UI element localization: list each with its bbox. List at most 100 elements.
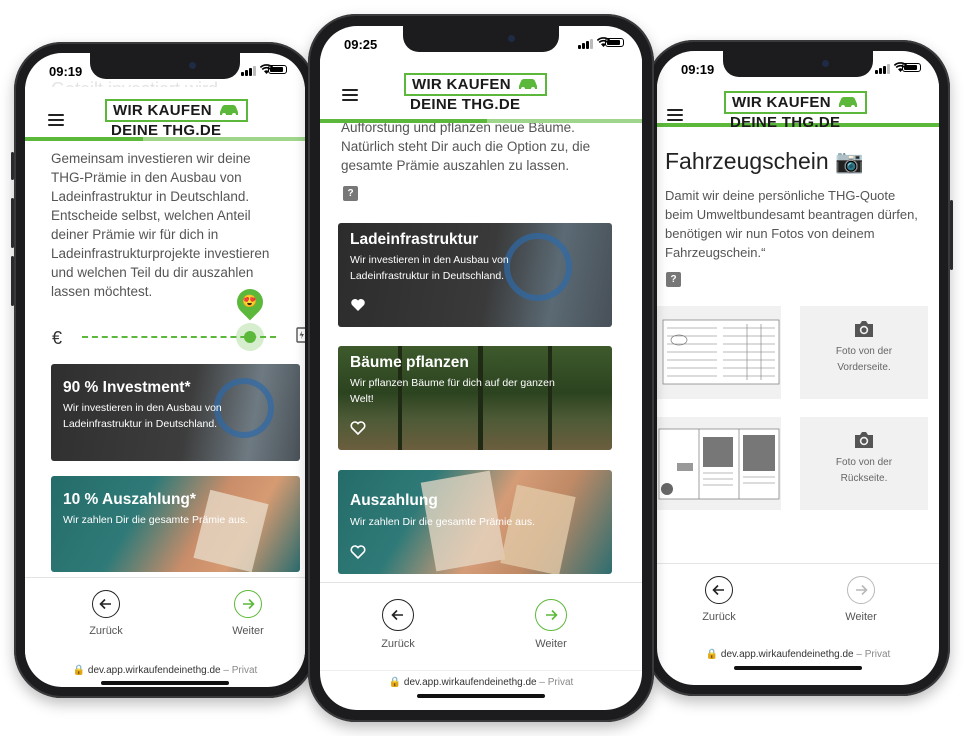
back-button[interactable]: Zurück [66, 590, 146, 637]
url-domain: dev.app.wirkaufendeinethg.de [720, 649, 854, 660]
euro-icon: € [52, 328, 63, 348]
progress-bar [320, 119, 642, 123]
status-icons [578, 37, 624, 49]
back-photo-upload[interactable]: Foto von der Rückseite. [800, 417, 928, 510]
heart-outline-icon[interactable] [350, 420, 366, 436]
page-title: Fahrzeugschein 📷 [665, 148, 864, 174]
logo[interactable]: WIR KAUFEN DEINE THG.DE [404, 73, 548, 114]
next-label: Weiter [232, 625, 264, 637]
next-button-disabled[interactable]: Weiter [821, 576, 901, 623]
url-private: – Privat [539, 677, 574, 688]
payout-card[interactable]: 10 % Auszahlung* Wir zahlen Dir die gesa… [51, 476, 300, 572]
status-icons [875, 62, 921, 74]
url-bar[interactable]: 🔒 dev.app.wirkaufendeinethg.de – Privat [25, 665, 305, 676]
card-description: Wir zahlen Dir die gesamte Prämie aus. [350, 516, 535, 528]
left-phone: 09:19 Geteilt investiert wird WIR KAUFEN… [11, 42, 316, 698]
arrow-left-icon [99, 598, 111, 610]
menu-icon[interactable] [342, 89, 358, 101]
help-icon[interactable]: ? [343, 186, 358, 201]
charging-station-icon [296, 327, 305, 343]
middle-phone: 09:25 WIR KAUFEN DEINE THG.DE Aufforstun… [308, 14, 654, 722]
menu-icon[interactable] [667, 109, 683, 121]
next-label: Weiter [535, 638, 567, 650]
url-bar[interactable]: 🔒 dev.app.wirkaufendeinethg.de – Privat [657, 649, 939, 660]
investment-card[interactable]: 90 % Investment* Wir investieren in den … [51, 364, 300, 461]
status-time: 09:25 [344, 37, 378, 52]
intro-paragraph: Aufforstung und pflanzen neue Bäume. Nat… [341, 120, 591, 173]
logo-line2: DEINE THG.DE [410, 96, 521, 113]
arrow-left-icon [712, 584, 724, 596]
payout-card[interactable]: Auszahlung Wir zahlen Dir die gesamte Pr… [338, 470, 612, 574]
heart-outline-icon[interactable] [350, 544, 366, 560]
intro-paragraph: Gemeinsam investieren wir deine THG-Präm… [51, 151, 270, 299]
document-front-icon [662, 319, 780, 385]
home-indicator [101, 681, 229, 685]
back-label: Zurück [381, 638, 415, 650]
next-button[interactable]: Weiter [208, 590, 288, 637]
url-private: – Privat [856, 649, 891, 660]
card-description: Wir investieren in den Ausbau von Ladein… [350, 254, 509, 282]
next-label: Weiter [845, 611, 877, 623]
card-title: 90 % Investment* [63, 379, 191, 396]
middle-screen: 09:25 WIR KAUFEN DEINE THG.DE Aufforstun… [320, 26, 642, 710]
back-label: Zurück [702, 611, 736, 623]
card-title: 10 % Auszahlung* [63, 491, 196, 508]
logo-line1: WIR KAUFEN [732, 94, 831, 111]
card-title: Ladeinfrastruktur [350, 231, 479, 248]
logo[interactable]: WIR KAUFEN DEINE THG.DE [105, 99, 249, 140]
url-bar[interactable]: 🔒 dev.app.wirkaufendeinethg.de – Privat [320, 670, 642, 688]
home-indicator [417, 694, 545, 698]
logo[interactable]: WIR KAUFEN DEINE THG.DE [724, 91, 868, 132]
card-description: Wir zahlen Dir die gesamte Prämie aus. [63, 514, 248, 526]
back-button[interactable]: Zurück [358, 599, 438, 650]
front-photo-upload[interactable]: Foto von der Vorderseite. [800, 306, 928, 399]
back-example-image [657, 417, 781, 510]
camera-icon [855, 432, 873, 448]
logo-line1: WIR KAUFEN [113, 102, 212, 119]
arrow-right-icon [856, 584, 868, 596]
battery-icon [902, 63, 921, 72]
right-phone: 09:19 WIR KAUFEN DEINE THG.DE Fahrzeugsc… [646, 40, 953, 696]
charging-card[interactable]: Ladeinfrastruktur Wir investieren in den… [338, 223, 612, 327]
arrow-left-icon [391, 609, 403, 621]
status-icons [241, 64, 287, 76]
bottom-nav: Zurück Weiter [657, 563, 939, 646]
arrow-right-icon [546, 609, 558, 621]
left-screen: 09:19 Geteilt investiert wird WIR KAUFEN… [25, 53, 305, 687]
back-button[interactable]: Zurück [679, 576, 759, 623]
car-icon [519, 79, 538, 91]
logo-line2: DEINE THG.DE [730, 114, 841, 131]
next-button[interactable]: Weiter [511, 599, 591, 650]
front-example-image [657, 306, 781, 399]
help-icon[interactable]: ? [666, 272, 681, 287]
heart-eyes-emoji: 😍 [242, 294, 257, 308]
battery-icon [268, 65, 287, 74]
card-title: Auszahlung [350, 492, 438, 509]
trees-card[interactable]: Bäume pflanzen Wir pflanzen Bäume für di… [338, 346, 612, 450]
front-photo-label: Foto von der Vorderseite. [835, 346, 893, 373]
document-back-icon [658, 428, 780, 500]
back-photo-label: Foto von der Rückseite. [835, 457, 893, 484]
logo-line2: DEINE THG.DE [111, 122, 222, 139]
bottom-nav: Zurück Weiter [25, 577, 305, 660]
slider-thumb[interactable] [244, 331, 256, 343]
arrow-right-icon [243, 598, 255, 610]
back-label: Zurück [89, 625, 123, 637]
card-description: Wir pflanzen Bäume für dich auf der ganz… [350, 377, 555, 405]
heart-filled-icon[interactable] [350, 297, 366, 313]
description-paragraph: Damit wir deine persönliche THG-Quote be… [665, 188, 918, 260]
bottom-nav: Zurück Weiter [320, 582, 642, 665]
logo-line1: WIR KAUFEN [412, 76, 511, 93]
menu-icon[interactable] [48, 114, 64, 126]
card-description: Wir investieren in den Ausbau von Ladein… [63, 402, 222, 430]
car-icon [839, 97, 858, 109]
right-screen: 09:19 WIR KAUFEN DEINE THG.DE Fahrzeugsc… [657, 51, 939, 685]
status-time: 09:19 [681, 62, 715, 77]
car-icon [220, 105, 239, 117]
url-domain: dev.app.wirkaufendeinethg.de [87, 665, 221, 676]
card-title: Bäume pflanzen [350, 354, 469, 371]
url-domain: dev.app.wirkaufendeinethg.de [403, 677, 537, 688]
home-indicator [734, 666, 862, 670]
camera-icon [855, 321, 873, 337]
url-private: – Privat [223, 665, 258, 676]
